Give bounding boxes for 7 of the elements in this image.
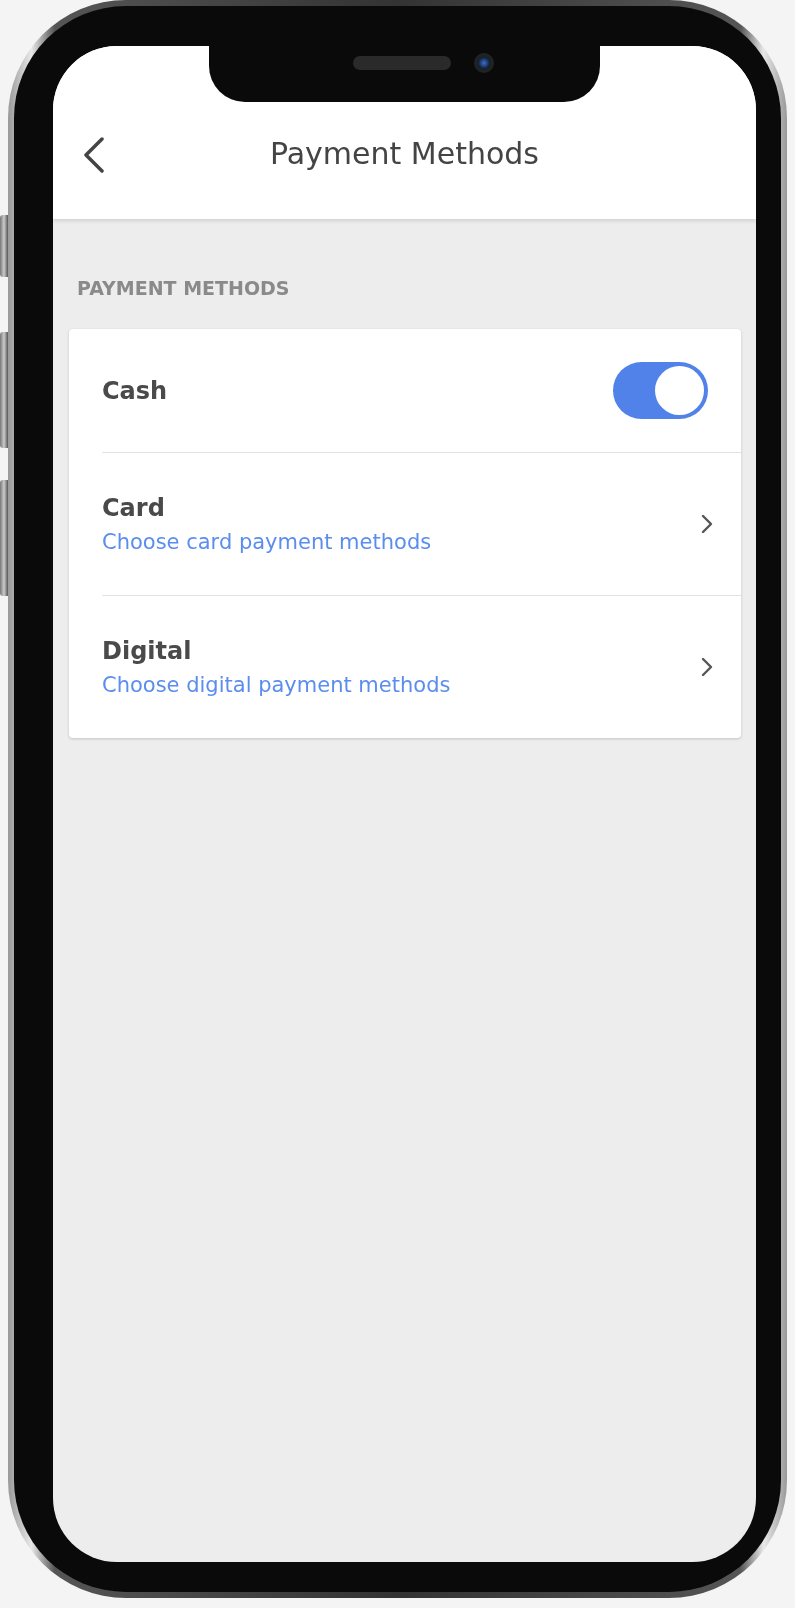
method-link[interactable]: Choose digital payment methods [102, 673, 451, 697]
method-title: Digital [102, 637, 192, 665]
method-title: Card [102, 494, 165, 522]
section-label: PAYMENT METHODS [77, 277, 290, 299]
method-link[interactable]: Choose card payment methods [102, 530, 432, 554]
method-title: Cash [102, 376, 168, 405]
page-title: Payment Methods [270, 136, 539, 171]
